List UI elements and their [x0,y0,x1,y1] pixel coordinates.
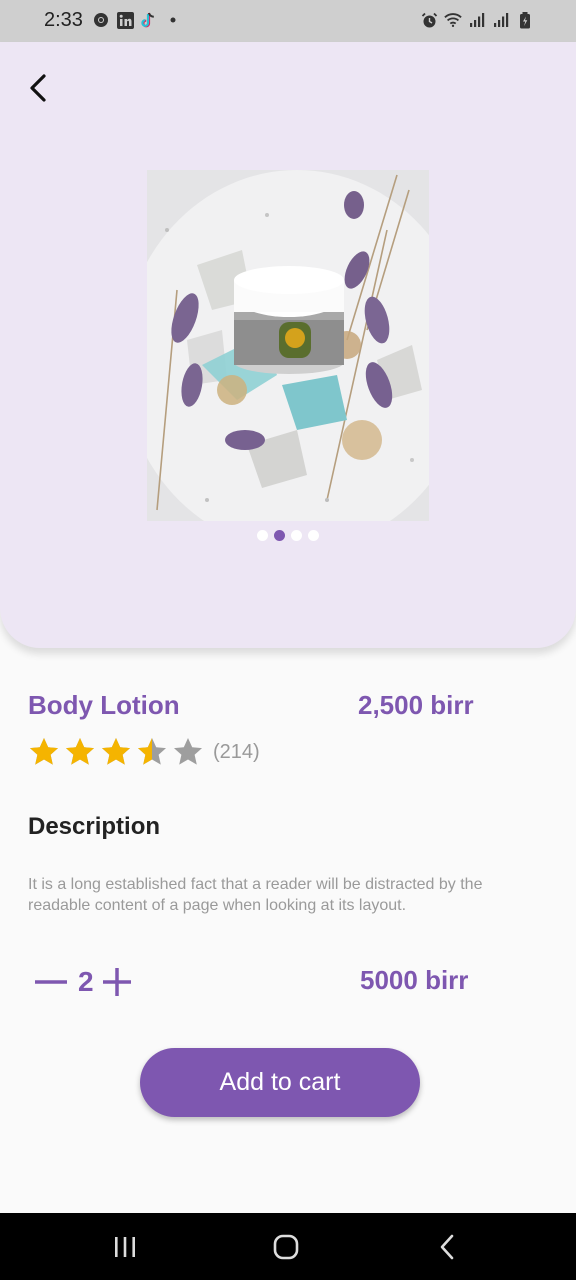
add-to-cart-button[interactable]: Add to cart [140,1048,420,1117]
product-name: Body Lotion [28,690,180,720]
system-back-button[interactable] [428,1231,468,1263]
home-button[interactable] [266,1231,306,1263]
linkedin-icon [116,11,134,29]
rating-count: (214) [213,740,260,763]
tiktok-icon [140,11,158,29]
system-back-icon [440,1234,454,1260]
carousel-dot[interactable] [257,530,268,541]
plus-icon [102,968,131,996]
product-price: 2,500 birr [358,690,474,720]
signal-icon [492,11,510,29]
signal-icon [468,11,486,29]
star-icon [66,738,94,765]
status-right-icons [420,11,534,29]
status-time: 2:33 [44,9,83,31]
product-hero [0,42,576,648]
star-icon [102,738,130,765]
back-button[interactable] [24,70,56,106]
carousel-pager [257,530,319,541]
total-price: 5000 birr [360,965,469,995]
rating-stars [28,736,204,768]
star-icon [138,738,166,765]
description-heading: Description [28,813,161,840]
status-bar: 2:33 [0,0,576,42]
decrement-button[interactable] [34,965,68,999]
product-image[interactable] [147,170,429,521]
quantity-stepper: 2 [34,962,134,1002]
battery-icon [516,11,534,29]
rating: (214) [28,736,260,768]
carousel-dot[interactable] [274,530,285,541]
back-arrow-icon [30,74,46,102]
recent-apps-button[interactable] [105,1231,145,1263]
body-lotion-jar-photo [147,170,429,521]
description-text: It is a long established fact that a rea… [28,876,483,914]
wifi-icon [444,11,462,29]
quantity-value: 2 [78,966,94,997]
home-icon [273,1234,299,1260]
carousel-dot[interactable] [291,530,302,541]
recent-apps-icon [115,1237,135,1257]
increment-button[interactable] [100,965,134,999]
system-nav-bar [0,1213,576,1280]
dot-icon [164,11,182,29]
star-icon [30,738,58,765]
carousel-dot[interactable] [308,530,319,541]
star-icon [174,738,202,765]
chrome-icon [92,11,110,29]
minus-icon [35,980,67,984]
alarm-icon [420,11,438,29]
status-left-icons [92,11,182,29]
